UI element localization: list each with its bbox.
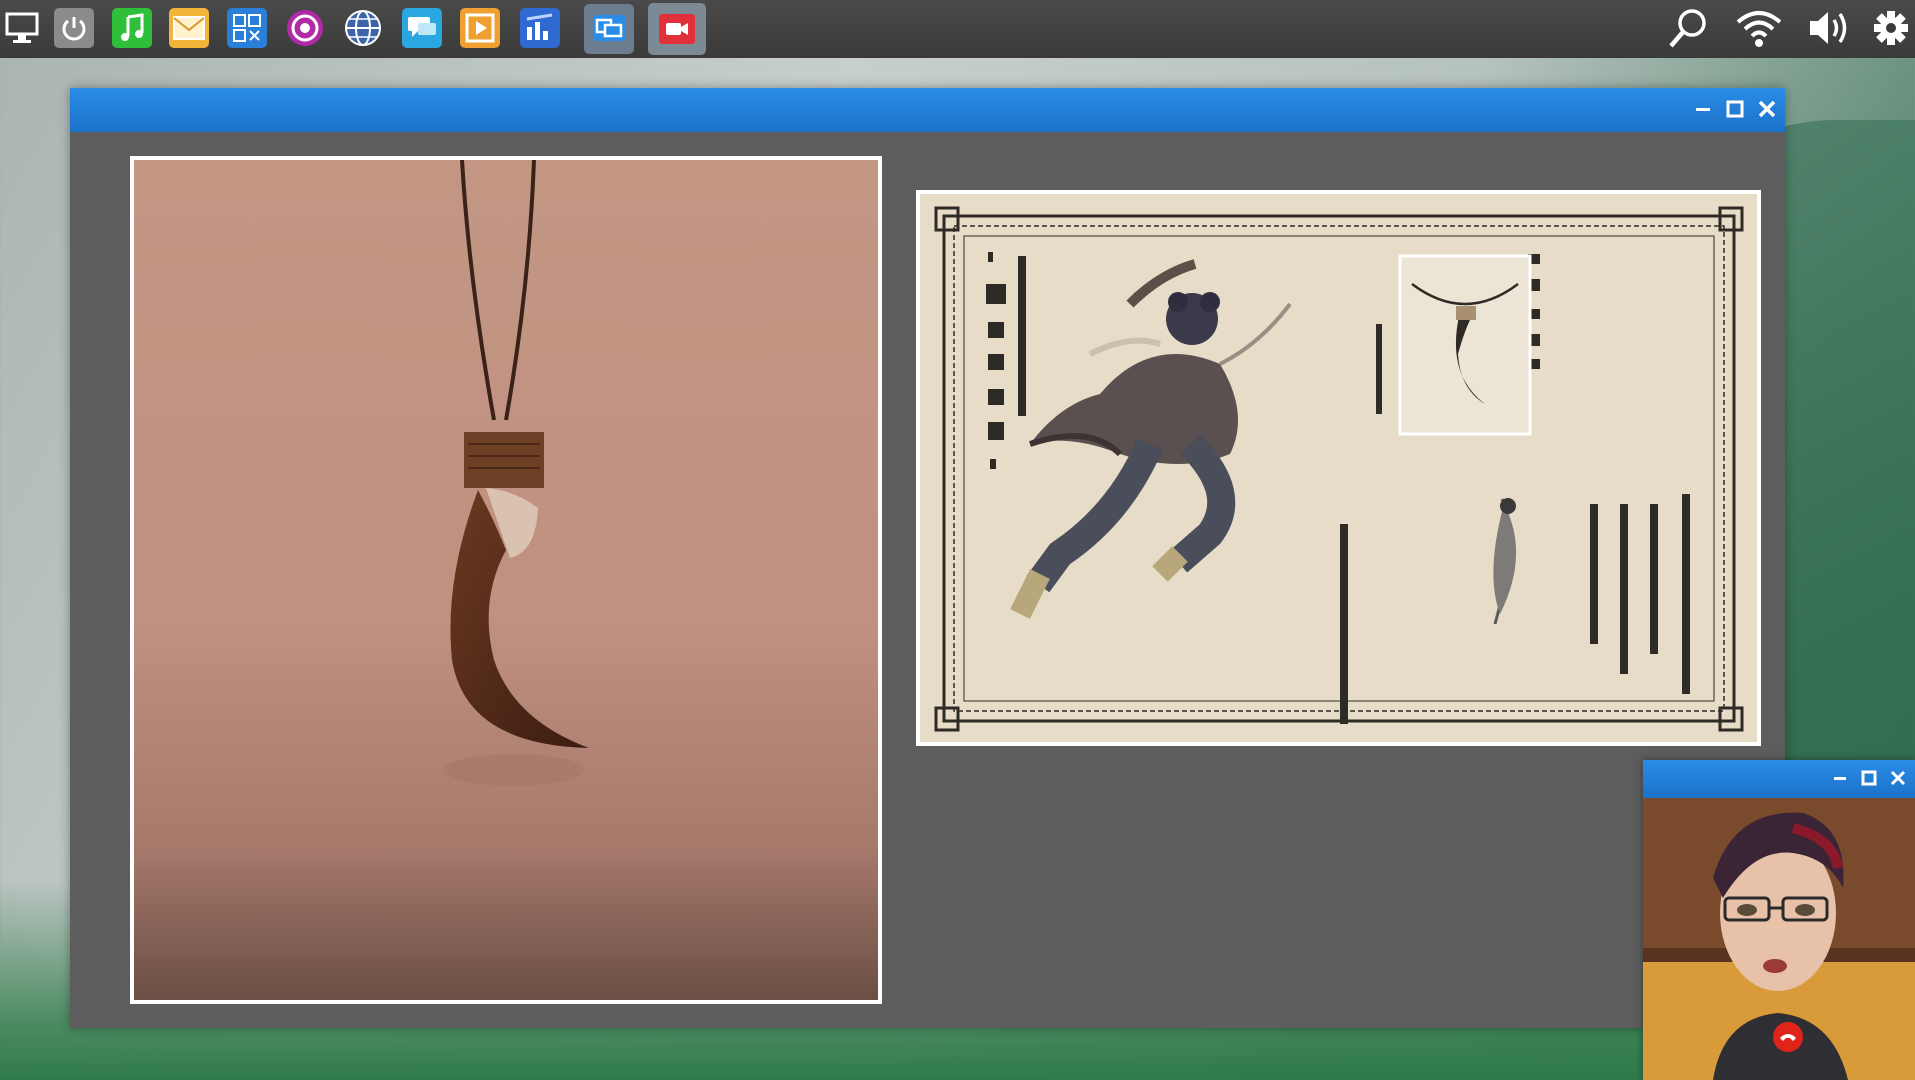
maximize-icon[interactable] [1857,766,1881,790]
video-camera-icon[interactable] [648,3,706,55]
minimize-icon[interactable] [1828,766,1852,790]
target-icon[interactable] [285,8,325,48]
mail-icon[interactable] [169,8,209,48]
globe-icon[interactable] [343,8,383,48]
volume-icon[interactable] [1806,6,1850,50]
settings-gear-icon[interactable] [1870,6,1914,50]
media-player-icon[interactable] [460,8,500,48]
close-icon[interactable] [1886,766,1910,790]
main-window-titlebar[interactable] [70,88,1785,132]
power-icon[interactable] [54,8,94,48]
computer-icon[interactable] [2,8,42,48]
music-icon[interactable] [112,8,152,48]
window-switcher-icon[interactable] [584,4,634,54]
illustrated-card [916,190,1761,746]
hang-up-button[interactable] [1773,1022,1803,1052]
main-window [70,88,1785,1028]
search-icon[interactable] [1666,6,1710,50]
pendant-photo [130,156,882,1004]
card-illustration [934,206,1744,732]
taskbar [0,0,1915,58]
claw-pendant-image [444,160,589,786]
chart-app-icon[interactable] [520,8,560,48]
video-call-window [1643,760,1915,1080]
close-icon[interactable] [1754,96,1780,122]
phone-hangup-icon [1780,1034,1796,1041]
chat-icon[interactable] [402,8,442,48]
calculator-icon[interactable] [227,8,267,48]
minimize-icon[interactable] [1690,96,1716,122]
wifi-icon[interactable] [1734,6,1782,50]
maximize-icon[interactable] [1722,96,1748,122]
video-call-titlebar[interactable] [1643,760,1915,798]
